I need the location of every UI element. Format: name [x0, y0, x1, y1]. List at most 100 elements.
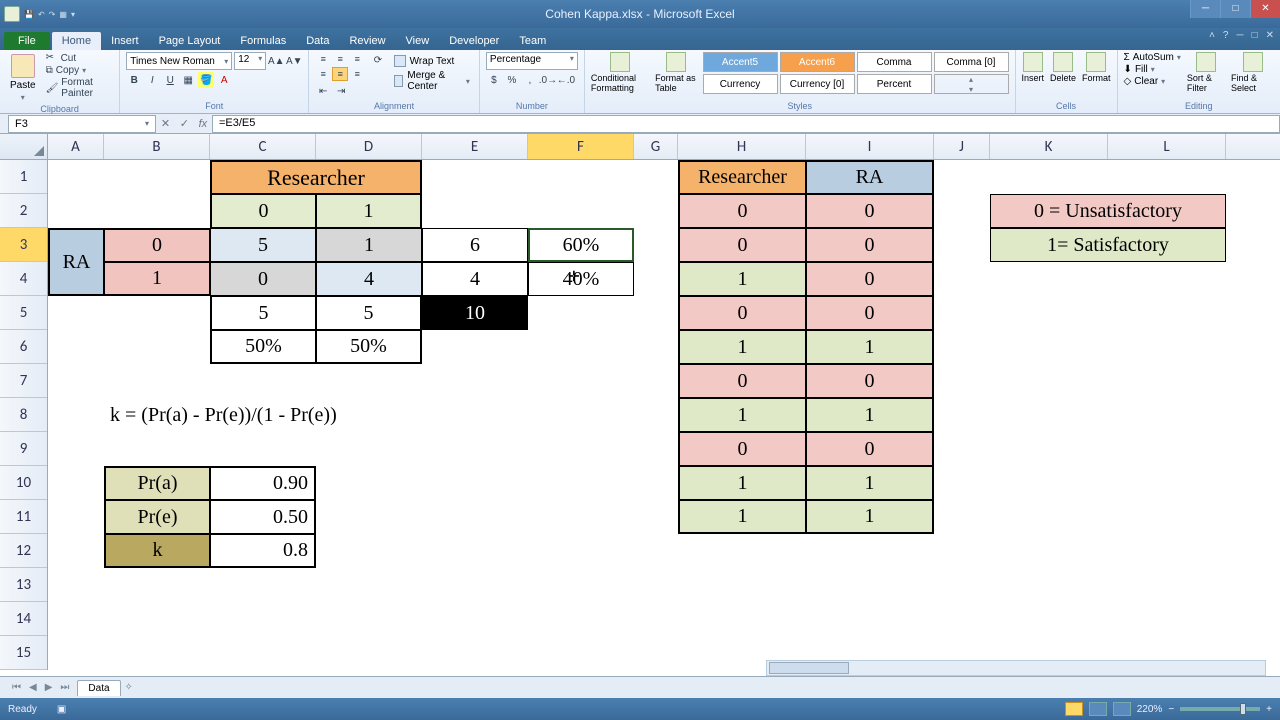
sheet-nav-first[interactable]: ⏮ — [8, 682, 25, 693]
align-right[interactable]: ≡ — [349, 67, 365, 81]
cell-I1[interactable]: RA — [806, 160, 934, 194]
qat-undo-icon[interactable]: ↶ — [38, 10, 45, 19]
name-box[interactable]: F3▾ — [8, 115, 156, 133]
new-sheet-icon[interactable]: ✧ — [121, 682, 137, 693]
cell-H4[interactable]: 1 — [678, 262, 806, 296]
macro-record-icon[interactable]: ▣ — [57, 704, 66, 715]
format-cells-button[interactable]: Format — [1082, 52, 1111, 83]
cell-D6[interactable]: 50% — [316, 330, 422, 364]
col-header-K[interactable]: K — [990, 134, 1108, 159]
align-top[interactable]: ≡ — [315, 52, 331, 66]
align-middle[interactable]: ≡ — [332, 52, 348, 66]
font-color-button[interactable]: A — [216, 72, 232, 88]
cell-H5[interactable]: 0 — [678, 296, 806, 330]
zoom-slider[interactable] — [1180, 707, 1260, 711]
sheet-nav-prev[interactable]: ◀ — [25, 682, 41, 693]
cell-I8[interactable]: 1 — [806, 398, 934, 432]
col-header-B[interactable]: B — [104, 134, 210, 159]
style-percent[interactable]: Percent — [857, 74, 932, 94]
fill-button[interactable]: ⬇ Fill▾ — [1124, 64, 1181, 75]
number-format-combo[interactable]: Percentage▾ — [486, 52, 578, 70]
copy-button[interactable]: Copy▾ — [46, 65, 114, 76]
format-painter-button[interactable]: Format Painter — [46, 77, 114, 99]
select-all-corner[interactable] — [0, 134, 48, 159]
row-header-2[interactable]: 2 — [0, 194, 47, 228]
sheet-tab-data[interactable]: Data — [77, 680, 120, 696]
zoom-out-button[interactable]: − — [1168, 704, 1174, 715]
cancel-formula-icon[interactable]: ✕ — [161, 117, 170, 130]
cell-H3[interactable]: 0 — [678, 228, 806, 262]
row-header-3[interactable]: 3 — [0, 228, 47, 262]
cell-I11[interactable]: 1 — [806, 500, 934, 534]
paste-button[interactable]: Paste ▾ — [6, 52, 40, 104]
delete-cells-button[interactable]: Delete — [1050, 52, 1076, 83]
cell-I10[interactable]: 1 — [806, 466, 934, 500]
cell-A3[interactable]: RA — [48, 228, 104, 296]
cell-H6[interactable]: 1 — [678, 330, 806, 364]
cell-C1[interactable]: Researcher — [210, 160, 422, 194]
style-currency0[interactable]: Currency [0] — [780, 74, 855, 94]
orientation-button[interactable]: ⟳ — [371, 52, 384, 68]
grow-font-icon[interactable]: A▲ — [268, 53, 284, 69]
worksheet-grid[interactable]: ABCDEFGHIJKL 123456789101112131415 Resea… — [0, 134, 1280, 676]
underline-button[interactable]: U — [162, 72, 178, 88]
cell-E3[interactable]: 6 — [422, 228, 528, 262]
col-header-G[interactable]: G — [634, 134, 678, 159]
tab-developer[interactable]: Developer — [439, 32, 509, 50]
cell-C5[interactable]: 5 — [210, 296, 316, 330]
conditional-formatting-button[interactable]: Conditional Formatting — [591, 52, 649, 93]
col-header-C[interactable]: C — [210, 134, 316, 159]
cell-D3[interactable]: 1 — [316, 228, 422, 262]
cell-I4[interactable]: 0 — [806, 262, 934, 296]
style-comma[interactable]: Comma — [857, 52, 932, 72]
align-center[interactable]: ≡ — [332, 67, 348, 81]
cell-E4[interactable]: 4 — [422, 262, 528, 296]
tab-data[interactable]: Data — [296, 32, 339, 50]
cell-C11[interactable]: 0.50 — [210, 500, 316, 534]
col-header-L[interactable]: L — [1108, 134, 1226, 159]
minimize-button[interactable]: ─ — [1190, 0, 1220, 18]
style-currency[interactable]: Currency — [703, 74, 778, 94]
doc-min-icon[interactable]: ─ — [1236, 30, 1243, 41]
view-normal-button[interactable] — [1065, 702, 1083, 716]
cell-C3[interactable]: 5 — [210, 228, 316, 262]
italic-button[interactable]: I — [144, 72, 160, 88]
maximize-button[interactable]: □ — [1220, 0, 1250, 18]
align-bottom[interactable]: ≡ — [349, 52, 365, 66]
cell-I2[interactable]: 0 — [806, 194, 934, 228]
ribbon-minimize-icon[interactable]: ˄ — [1209, 30, 1215, 41]
row-header-6[interactable]: 6 — [0, 330, 47, 364]
col-header-F[interactable]: F — [528, 134, 634, 159]
increase-indent[interactable]: ⇥ — [333, 83, 349, 99]
cell-styles-gallery[interactable]: Accent5 Accent6 Comma Comma [0] Currency… — [703, 52, 1009, 94]
find-select-button[interactable]: Find & Select — [1231, 52, 1274, 93]
cell-I9[interactable]: 0 — [806, 432, 934, 466]
col-header-A[interactable]: A — [48, 134, 104, 159]
help-icon[interactable]: ? — [1223, 30, 1229, 41]
row-header-15[interactable]: 15 — [0, 636, 47, 670]
cell-I6[interactable]: 1 — [806, 330, 934, 364]
cell-F3[interactable]: 60% — [528, 228, 634, 262]
cell-H2[interactable]: 0 — [678, 194, 806, 228]
clear-button[interactable]: ◇ Clear▾ — [1124, 76, 1181, 87]
view-layout-button[interactable] — [1089, 702, 1107, 716]
view-break-button[interactable] — [1113, 702, 1131, 716]
shrink-font-icon[interactable]: A▼ — [286, 53, 302, 69]
cell-H8[interactable]: 1 — [678, 398, 806, 432]
qat-save-icon[interactable]: 💾 — [24, 10, 34, 19]
cell-H7[interactable]: 0 — [678, 364, 806, 398]
row-header-13[interactable]: 13 — [0, 568, 47, 602]
cut-button[interactable]: Cut — [46, 52, 114, 64]
border-button[interactable]: ▦ — [180, 72, 196, 88]
enter-formula-icon[interactable]: ✓ — [180, 117, 189, 130]
file-tab[interactable]: File — [4, 32, 50, 50]
increase-decimal[interactable]: .0→ — [540, 72, 556, 88]
cell-K2[interactable]: 0 = Unsatisfactory — [990, 194, 1226, 228]
cell-B8[interactable]: k = (Pr(a) - Pr(e))/(1 - Pr(e)) — [104, 398, 528, 432]
decrease-indent[interactable]: ⇤ — [315, 83, 331, 99]
cell-B4[interactable]: 1 — [104, 262, 210, 296]
cell-K3[interactable]: 1= Satisfactory — [990, 228, 1226, 262]
col-header-D[interactable]: D — [316, 134, 422, 159]
col-header-E[interactable]: E — [422, 134, 528, 159]
wrap-text-button[interactable]: Wrap Text — [391, 52, 473, 70]
